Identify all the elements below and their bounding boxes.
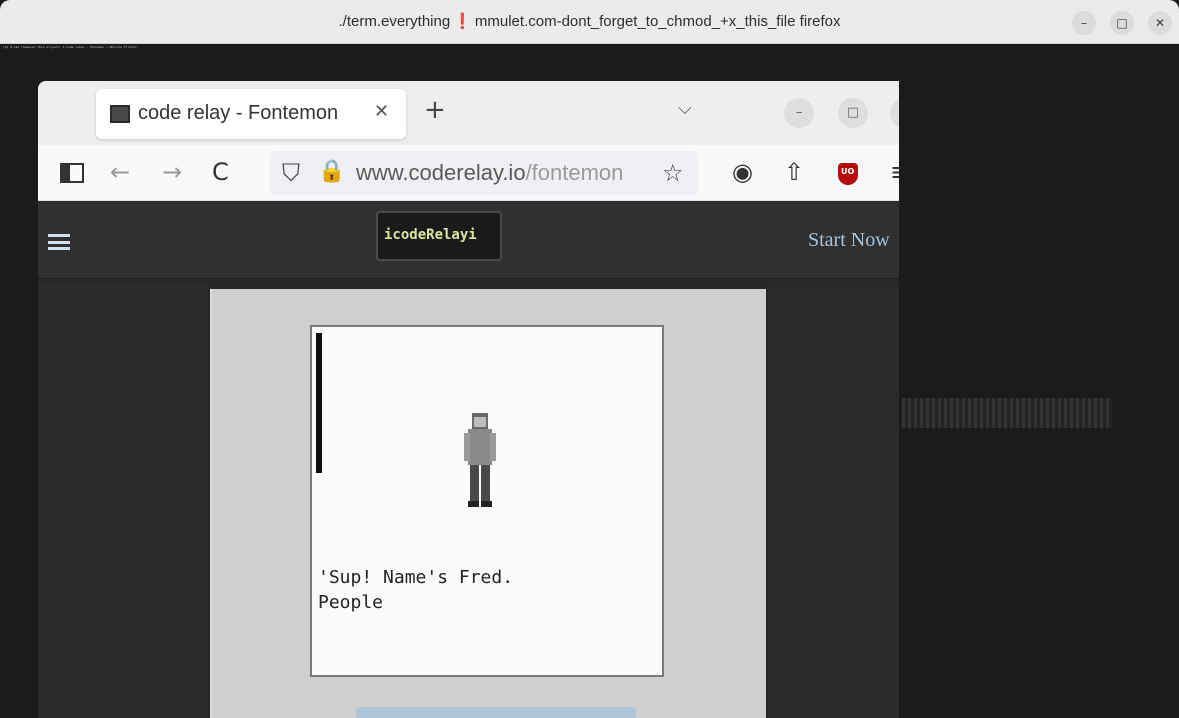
account-icon[interactable]: ◉ [732, 158, 753, 186]
url-host: www.coderelay.io [356, 160, 526, 185]
ublock-shield-icon[interactable]: UO [838, 163, 858, 185]
tracking-shield-icon[interactable]: ⛉ [282, 159, 300, 187]
url-text[interactable]: www.coderelay.io/fontemon [356, 160, 623, 186]
site-header: icodeRelayi Start Now [38, 201, 899, 279]
coderelay-logo[interactable]: icodeRelayi [376, 211, 502, 261]
lock-icon[interactable]: 🔒 [318, 159, 345, 184]
terminal-status-line: [0] 0:ssh [Spawner this project] 1:code … [3, 45, 137, 49]
sidebar-toggle-icon[interactable] [60, 163, 84, 183]
terminal-ghost-text [902, 398, 1112, 428]
page-content: icodeRelayi Start Now 'Sup! Name's Fred.… [38, 201, 899, 718]
footer-banner [356, 707, 636, 718]
tab-bar: code relay - Fontemon ✕ + ⌵ – □ ✕ [38, 81, 899, 145]
minimize-button[interactable]: – [1072, 11, 1096, 35]
tab-code-relay[interactable]: code relay - Fontemon ✕ [96, 89, 406, 139]
game-screen[interactable]: 'Sup! Name's Fred. People [310, 325, 664, 677]
firefox-window[interactable]: code relay - Fontemon ✕ + ⌵ – □ ✕ ← → C … [38, 81, 899, 718]
browser-maximize-button[interactable]: □ [838, 98, 868, 128]
favicon-icon [110, 105, 130, 123]
fred-character-sprite [464, 413, 496, 507]
window-title: ./term.everything ❗ mmulet.com-dont_forget… [0, 12, 1179, 30]
menu-icon[interactable]: ≡ [890, 158, 899, 186]
right-gutter [768, 281, 899, 718]
dialog-text: 'Sup! Name's Fred. People [318, 567, 514, 613]
terminal-titlebar[interactable]: ./term.everything ❗ mmulet.com-dont_forget… [0, 0, 1179, 44]
start-now-link[interactable]: Start Now [808, 229, 890, 252]
tab-title: code relay - Fontemon [138, 102, 339, 124]
browser-close-button[interactable]: ✕ [890, 98, 899, 128]
window-title-suffix: mmulet.com-dont_forget_to_chmod_+x_this_… [474, 13, 841, 30]
exclamation-icon: ❗ [453, 13, 472, 30]
extensions-icon[interactable]: ⇧ [784, 158, 804, 186]
tab-close-icon[interactable]: ✕ [374, 101, 389, 122]
navigation-toolbar: ← → C ⛉ 🔒 www.coderelay.io/fontemon ☆ ◉ … [38, 145, 899, 201]
left-gutter [38, 281, 208, 718]
game-frame: 'Sup! Name's Fred. People [210, 289, 766, 718]
hamburger-menu-icon[interactable] [48, 234, 70, 250]
url-path: /fontemon [525, 160, 624, 185]
url-bar[interactable]: ⛉ 🔒 www.coderelay.io/fontemon ☆ [270, 151, 698, 195]
window-title-prefix: ./term.everything [338, 13, 451, 30]
hp-bar [316, 333, 322, 473]
back-button[interactable]: ← [110, 158, 130, 186]
ublock-label: UO [841, 167, 855, 176]
bookmark-star-icon[interactable]: ☆ [662, 159, 684, 187]
browser-minimize-button[interactable]: – [784, 98, 814, 128]
close-button[interactable]: ✕ [1148, 11, 1172, 35]
maximize-button[interactable]: □ [1110, 11, 1134, 35]
new-tab-button[interactable]: + [424, 97, 446, 123]
logo-text: icodeRelayi [384, 227, 477, 243]
forward-button[interactable]: → [162, 158, 182, 186]
reload-button[interactable]: C [212, 158, 229, 186]
tab-list-chevron-icon[interactable]: ⌵ [678, 98, 692, 119]
